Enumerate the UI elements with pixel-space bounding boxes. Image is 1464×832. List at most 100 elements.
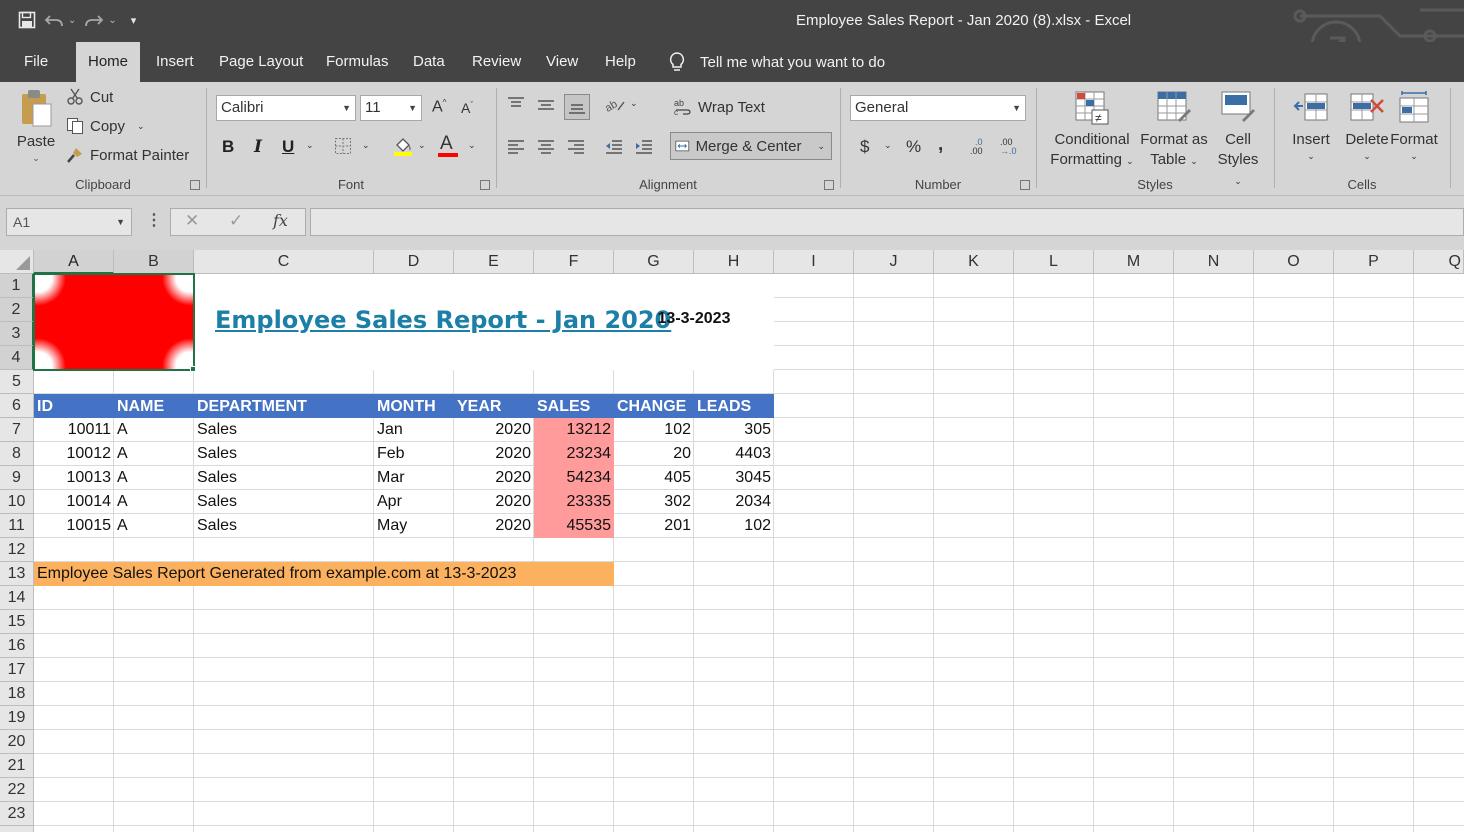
header-cell[interactable]: DEPARTMENT — [194, 394, 374, 418]
column-header[interactable]: B — [114, 250, 194, 274]
row-header[interactable]: 9 — [0, 466, 34, 490]
table-cell[interactable]: 4403 — [694, 442, 774, 466]
header-cell[interactable]: MONTH — [374, 394, 454, 418]
percent-button[interactable]: % — [906, 137, 921, 157]
copy-button[interactable]: Copy ⌄ — [66, 117, 145, 135]
table-cell[interactable]: 10015 — [34, 514, 114, 538]
table-cell[interactable]: 2020 — [454, 490, 534, 514]
table-cell[interactable]: A — [114, 466, 194, 490]
row-header[interactable]: 14 — [0, 586, 34, 610]
tab-data[interactable]: Data — [401, 42, 457, 82]
conditional-formatting-button[interactable]: ≠ Conditional Formatting ⌄ — [1046, 90, 1138, 171]
row-header[interactable]: 18 — [0, 682, 34, 706]
table-cell[interactable]: Sales — [194, 514, 374, 538]
font-color-dropdown-icon[interactable]: ⌄ — [468, 140, 476, 151]
redo-dropdown-icon[interactable]: ⌄ — [108, 8, 116, 32]
align-right-button[interactable] — [566, 138, 586, 158]
table-cell[interactable]: Apr — [374, 490, 454, 514]
table-cell[interactable]: Sales — [194, 466, 374, 490]
align-left-button[interactable] — [506, 138, 526, 158]
increase-indent-button[interactable] — [634, 138, 654, 158]
table-cell[interactable]: Mar — [374, 466, 454, 490]
grow-font-button[interactable]: A^ — [432, 98, 446, 116]
paste-button[interactable]: Paste ⌄ — [10, 88, 62, 164]
shrink-font-button[interactable]: Aˇ — [461, 100, 473, 116]
row-header[interactable]: 15 — [0, 610, 34, 634]
clipboard-launcher-icon[interactable] — [190, 180, 200, 190]
row-header[interactable]: 4 — [0, 346, 34, 370]
table-cell[interactable]: 10013 — [34, 466, 114, 490]
align-bottom-button[interactable] — [564, 94, 590, 120]
table-cell[interactable]: Jan — [374, 418, 454, 442]
table-cell[interactable]: 201 — [614, 514, 694, 538]
row-header[interactable]: 19 — [0, 706, 34, 730]
header-cell[interactable]: NAME — [114, 394, 194, 418]
table-cell[interactable]: A — [114, 418, 194, 442]
align-middle-button[interactable] — [536, 96, 556, 116]
cut-button[interactable]: Cut — [66, 88, 113, 106]
table-cell[interactable]: 2034 — [694, 490, 774, 514]
fill-color-dropdown-icon[interactable]: ⌄ — [418, 140, 426, 151]
table-cell[interactable]: 2020 — [454, 442, 534, 466]
formula-bar-handle-icon[interactable]: ⋮ — [146, 210, 162, 230]
row-header[interactable]: 8 — [0, 442, 34, 466]
select-all-button[interactable] — [0, 250, 34, 274]
formula-input[interactable] — [310, 208, 1464, 236]
row-header[interactable]: 11 — [0, 514, 34, 538]
table-cell[interactable]: 405 — [614, 466, 694, 490]
row-header[interactable]: 6 — [0, 394, 34, 418]
row-header[interactable]: 23 — [0, 802, 34, 826]
increase-decimal-button[interactable]: .0 .00 — [970, 138, 983, 156]
align-center-button[interactable] — [536, 138, 556, 158]
row-header[interactable]: 21 — [0, 754, 34, 778]
table-cell[interactable]: 20 — [614, 442, 694, 466]
row-header[interactable]: 17 — [0, 658, 34, 682]
column-header[interactable]: Q — [1414, 250, 1464, 274]
currency-dropdown-icon[interactable]: ⌄ — [884, 140, 892, 151]
table-cell[interactable]: 2020 — [454, 466, 534, 490]
table-cell[interactable]: Sales — [194, 490, 374, 514]
table-cell[interactable]: 10011 — [34, 418, 114, 442]
row-header[interactable]: 1 — [0, 274, 34, 298]
header-cell[interactable]: SALES — [534, 394, 614, 418]
header-cell[interactable]: ID — [34, 394, 114, 418]
table-cell[interactable]: 2020 — [454, 514, 534, 538]
merge-dropdown-icon[interactable]: ⌄ — [817, 141, 825, 152]
column-header[interactable]: P — [1334, 250, 1414, 274]
table-cell[interactable]: Sales — [194, 442, 374, 466]
table-cell[interactable]: A — [114, 442, 194, 466]
table-cell[interactable]: 102 — [614, 418, 694, 442]
table-cell[interactable]: 23234 — [534, 442, 614, 466]
italic-button[interactable]: I — [254, 137, 262, 157]
tab-view[interactable]: View — [534, 42, 590, 82]
orientation-dropdown-icon[interactable]: ⌄ — [630, 98, 638, 109]
insert-function-icon[interactable]: fx — [273, 211, 288, 230]
format-cells-button[interactable]: Format ⌄ — [1388, 90, 1440, 162]
name-box[interactable]: A1 ▼ — [6, 208, 132, 236]
number-format-select[interactable]: General ▼ — [850, 95, 1026, 121]
column-header[interactable]: G — [614, 250, 694, 274]
customize-icon[interactable]: ▾ — [131, 8, 137, 32]
table-cell[interactable]: 305 — [694, 418, 774, 442]
save-icon[interactable] — [18, 8, 36, 32]
font-name-select[interactable]: Calibri ▼ — [216, 95, 356, 121]
header-cell[interactable]: LEADS — [694, 394, 774, 418]
column-header[interactable]: H — [694, 250, 774, 274]
bold-button[interactable]: B — [222, 137, 234, 157]
cancel-entry-icon[interactable]: ✕ — [185, 211, 199, 231]
table-cell[interactable]: Feb — [374, 442, 454, 466]
table-cell[interactable]: 302 — [614, 490, 694, 514]
column-header[interactable]: O — [1254, 250, 1334, 274]
table-cell[interactable]: 2020 — [454, 418, 534, 442]
decrease-decimal-button[interactable]: .00 →.0 — [1000, 138, 1017, 156]
font-size-select[interactable]: 11 ▼ — [360, 95, 422, 121]
decrease-indent-button[interactable] — [604, 138, 624, 158]
row-header[interactable]: 22 — [0, 778, 34, 802]
merge-center-button[interactable]: Merge & Center ⌄ — [670, 132, 832, 160]
cell-styles-button[interactable]: Cell Styles ⌄ — [1212, 90, 1264, 191]
align-top-button[interactable] — [506, 96, 526, 116]
copy-dropdown-icon[interactable]: ⌄ — [137, 121, 145, 132]
table-cell[interactable]: 23335 — [534, 490, 614, 514]
undo-icon[interactable] — [44, 8, 64, 32]
column-header[interactable]: K — [934, 250, 1014, 274]
